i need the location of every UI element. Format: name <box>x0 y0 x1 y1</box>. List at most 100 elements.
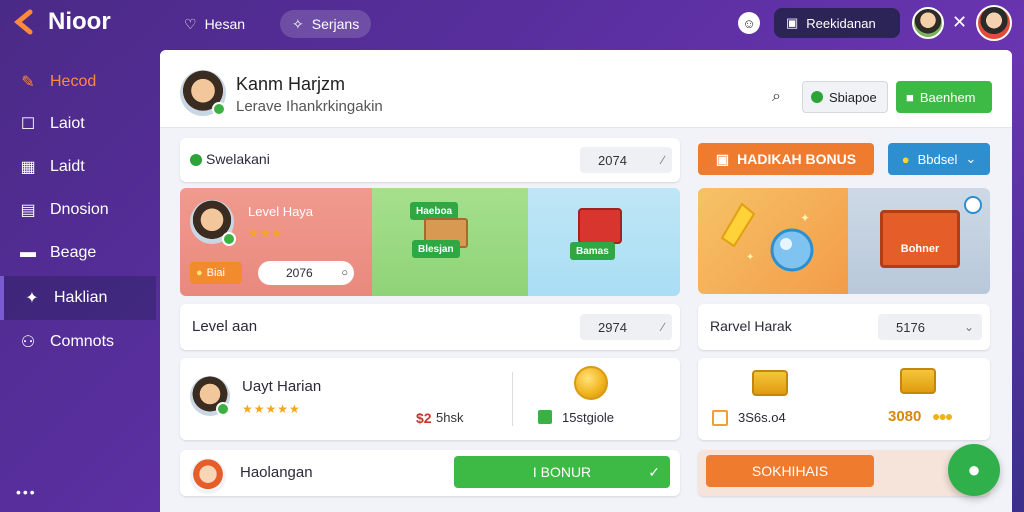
image-icon <box>538 410 552 424</box>
people-icon: ⚇ <box>20 334 36 351</box>
svg-text:✦: ✦ <box>800 211 810 225</box>
coin-icon: ● <box>196 267 203 279</box>
gift-icon <box>578 208 622 244</box>
chevron-down-icon: ⌄ <box>963 320 974 334</box>
coin-text: 15stgiole <box>562 410 615 425</box>
user-pill-button[interactable]: ▣ Reekidanan <box>774 8 900 38</box>
player-card: Uayt Harian ★★★★★ $2 5hsk 15stgiole <box>180 358 680 440</box>
sidebar-item-label: Hecod <box>50 73 97 90</box>
wrench-icon: ✦ <box>25 290 39 307</box>
search-icon[interactable]: ⌕ <box>772 88 781 106</box>
info-icon[interactable] <box>964 196 982 214</box>
bonus-banner[interactable]: ✦ ✦ Bohner <box>698 188 990 294</box>
sidebar: ✎ Hecod ☐ Laiot ▦ Laidt ▤ Dnosion ▬ Beag… <box>0 60 156 512</box>
promo-tag: Blesjan <box>412 240 460 258</box>
smile-icon: ☺ <box>742 15 756 31</box>
online-badge <box>222 232 236 246</box>
banner-section-profile: Level Haya ★★★ ● Biai 2076 ○ <box>180 188 372 296</box>
avatar[interactable] <box>912 7 944 39</box>
chest-icon <box>900 368 936 394</box>
tab-hesan[interactable]: ♡ Hesan <box>172 10 257 38</box>
reward-card: 3S6s.o4 3080 ●●● <box>698 358 990 440</box>
tab-serjans-label: Serjans <box>311 16 360 32</box>
value-text: 2076 <box>286 266 313 280</box>
avatar <box>190 458 226 494</box>
stat-row-card: Swelakani 2074 ∕ <box>180 138 680 182</box>
folder-icon: ▬ <box>20 244 36 261</box>
banner-name: Level Haya <box>248 204 314 219</box>
price-text: $2 <box>416 410 432 426</box>
app-name: Nioor <box>48 8 111 35</box>
profile-name: Kanm Harjzm <box>236 74 346 94</box>
profile-subtitle: Lerave Ihankrkingakin <box>236 98 383 115</box>
coins-icon: ●●● <box>932 408 953 424</box>
orange-action-button[interactable]: SOKHIHAIS <box>706 455 874 487</box>
row-title: Level aan <box>192 318 258 335</box>
sidebar-item-laiot[interactable]: ☐ Laiot <box>0 104 156 144</box>
sidebar-item-label: Beage <box>50 244 97 261</box>
bonus-box-icon: Bohner <box>880 210 960 268</box>
price-suffix: 5hsk <box>436 410 464 425</box>
sidebar-item-label: Laiot <box>50 115 85 132</box>
edit-icon: ✎ <box>21 74 35 91</box>
sidebar-item-beage[interactable]: ▬ Beage <box>0 233 156 273</box>
stat-row-card: Level aan 2974 ∕ <box>180 304 680 350</box>
coin-icon <box>574 366 608 400</box>
banner-section-gems: ✦ ✦ <box>698 188 848 294</box>
rating-stars: ★★★ <box>248 226 284 240</box>
secondary-button[interactable]: Sbiapoe <box>802 81 888 113</box>
sidebar-item-laidt[interactable]: ▦ Laidt <box>0 147 156 187</box>
value-dropdown[interactable]: 5176 ⌄ <box>878 314 982 340</box>
edit-icon: ∕ <box>661 153 664 167</box>
bonus-button[interactable]: ▣ HADIKAH BONUS <box>698 143 874 175</box>
primary-button[interactable]: ■ Baenhem <box>896 81 992 113</box>
side-button[interactable]: ● Bbdsel ⌄ <box>888 143 990 175</box>
user-pill-label: Reekidanan <box>806 15 876 31</box>
more-icon[interactable]: ••• <box>16 484 37 500</box>
value-field[interactable]: 2076 ○ <box>258 261 354 285</box>
sidebar-item-label: Dnosion <box>50 201 109 218</box>
clock-icon: ○ <box>341 267 348 279</box>
sidebar-item-hecod[interactable]: ✎ Hecod <box>0 62 156 102</box>
value-field[interactable]: 2074 ∕ <box>580 147 672 173</box>
status-dot-icon <box>811 91 823 103</box>
svg-text:✦: ✦ <box>746 252 754 263</box>
main-panel: Kanm Harjzm Lerave Ihankrkingakin ⌕ Sbia… <box>160 50 1012 512</box>
top-bar: Nioor ♡ Hesan ✧ Serjans ☺ ▣ Reekidanan ✕ <box>0 0 1024 48</box>
promo-tag: Bamas <box>570 242 615 260</box>
bonus-green-button[interactable]: I BONUR ✓ <box>454 456 670 488</box>
banner-section-gift: Bamas <box>528 188 680 296</box>
sidebar-item-dnosion[interactable]: ▤ Dnosion <box>0 190 156 230</box>
online-badge <box>212 102 226 116</box>
tab-serjans[interactable]: ✧ Serjans <box>280 10 372 38</box>
fab-user-button[interactable]: ● <box>948 444 1000 496</box>
player-name: Uayt Harian <box>242 378 322 395</box>
chip-button[interactable]: ● Biai <box>190 262 242 284</box>
rating-stars: ★★★★★ <box>242 402 301 416</box>
sidebar-item-label: Laidt <box>50 158 85 175</box>
edit-icon: ∕ <box>661 320 664 334</box>
online-badge <box>216 402 230 416</box>
sidebar-item-haklian[interactable]: ✦ Haklian <box>0 276 156 320</box>
profile-avatar[interactable] <box>976 5 1012 41</box>
reward-right-text: 3080 <box>888 408 922 425</box>
orange-action-label: SOKHIHAIS <box>751 463 829 479</box>
side-button-label: Bbdsel <box>917 151 958 167</box>
value-text: 2074 <box>598 152 627 168</box>
sidebar-item-comnots[interactable]: ⚇ Comnots <box>0 322 156 362</box>
value-field[interactable]: 2974 ∕ <box>580 314 672 340</box>
app-logo[interactable]: Nioor <box>12 8 111 36</box>
chest-icon <box>752 370 788 396</box>
emoji-button[interactable]: ☺ <box>738 12 760 34</box>
heart-icon: ♡ <box>184 15 197 32</box>
value-text: 5176 <box>896 319 925 335</box>
banner-section-boxes: Haeboa Blesjan <box>372 188 528 296</box>
promo-banner[interactable]: Level Haya ★★★ ● Biai 2076 ○ Haeboa Bles… <box>180 188 680 296</box>
stat-row-card: Rarvel Harak 5176 ⌄ <box>698 304 990 350</box>
sidebar-item-label: Comnots <box>50 333 115 350</box>
calendar-icon: ▦ <box>20 159 36 176</box>
player-name: Haolangan <box>240 464 313 481</box>
check-icon: ✓ <box>648 463 660 480</box>
close-icon[interactable]: ✕ <box>952 12 967 33</box>
user-icon: ● <box>967 457 981 482</box>
